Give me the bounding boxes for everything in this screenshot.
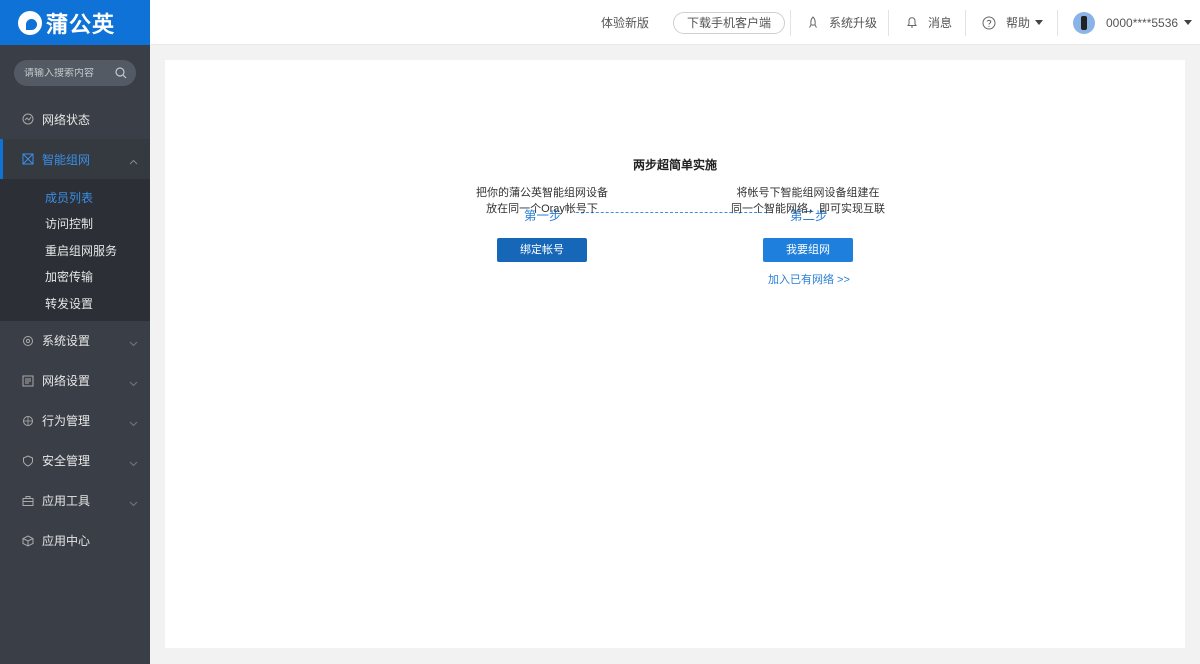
sidebar-item-label: 安全管理	[42, 454, 91, 469]
search-input[interactable]	[24, 67, 114, 79]
help-icon	[982, 16, 996, 30]
divider	[790, 10, 791, 36]
step-one-description: 把你的蒲公英智能组网设备 放在同一个Oray帐号下	[442, 185, 642, 217]
sidebar-item-app-center[interactable]: 应用中心	[0, 521, 150, 561]
sidebar-item-label: 应用工具	[42, 494, 91, 509]
chevron-down-icon	[129, 376, 138, 390]
brand-name: 蒲公英	[46, 11, 116, 37]
chevron-down-icon	[129, 416, 138, 430]
dandelion-logo-icon	[18, 10, 42, 35]
help-menu[interactable]: 帮助	[982, 0, 1044, 45]
sidebar-item-label: 行为管理	[42, 414, 91, 429]
sidebar-subitem-restart-service[interactable]: 重启组网服务	[0, 238, 150, 264]
account-label: 0000****5536	[1106, 15, 1179, 30]
chevron-down-icon	[129, 496, 138, 510]
page-title: 两步超简单实施	[632, 158, 717, 172]
join-network-link[interactable]: 加入已有网络 >>	[768, 271, 850, 287]
sidebar-item-security[interactable]: 安全管理	[0, 441, 150, 481]
try-new-label: 体验新版	[601, 16, 650, 30]
tools-icon	[22, 495, 34, 507]
chevron-up-icon	[129, 154, 138, 168]
app-center-icon	[22, 535, 34, 547]
sidebar-item-tools[interactable]: 应用工具	[0, 481, 150, 521]
sidebar-item-label: 智能组网	[42, 152, 91, 167]
settings-icon	[22, 335, 34, 347]
divider	[965, 10, 966, 36]
caret-down-icon	[1184, 20, 1193, 25]
sidebar-item-network-status[interactable]: 网络状态	[0, 99, 150, 139]
sidebar-subitem-forwarding[interactable]: 转发设置	[0, 291, 150, 317]
sidebar-subitem-access-control[interactable]: 访问控制	[0, 211, 150, 237]
step-two-description: 将帐号下智能组网设备组建在 同一个智能网络，即可实现互联	[708, 185, 908, 217]
step-two-desc-line2: 同一个智能网络，即可实现互联	[731, 203, 885, 215]
download-app-label: 下载手机客户端	[687, 16, 772, 30]
sidebar-subitem-encryption[interactable]: 加密传输	[0, 264, 150, 290]
avatar	[1073, 11, 1095, 34]
caret-down-icon	[1035, 20, 1044, 25]
sidebar-item-network-settings[interactable]: 网络设置	[0, 361, 150, 401]
step-one-desc-line2: 放在同一个Oray帐号下	[486, 203, 598, 215]
sidebar-item-smart-network[interactable]: 智能组网	[0, 139, 150, 179]
messages-label: 消息	[928, 16, 953, 30]
behavior-icon	[22, 415, 34, 427]
sidebar-nav: 网络状态 智能组网 成员列表 访问控制 重启组网服务 加密传输 转发设置 系统设…	[0, 99, 150, 561]
security-icon	[22, 455, 34, 467]
search-icon[interactable]	[115, 67, 127, 79]
system-upgrade-button[interactable]: 系统升级	[807, 0, 877, 45]
network-settings-icon	[22, 375, 34, 387]
top-bar: 体验新版 下载手机客户端 系统升级 消息 帮助 0000****5536	[150, 0, 1200, 45]
sidebar-item-label: 网络设置	[42, 374, 91, 389]
network-status-icon	[22, 113, 34, 125]
sidebar: 蒲公英 网络状态 智能组网 成员列表 访问控制 重启组网服务 加密传输 转发设置	[0, 0, 150, 664]
smart-network-icon	[22, 153, 34, 165]
smart-network-submenu: 成员列表 访问控制 重启组网服务 加密传输 转发设置	[0, 179, 150, 321]
messages-button[interactable]: 消息	[906, 0, 952, 45]
sidebar-item-behavior[interactable]: 行为管理	[0, 401, 150, 441]
divider	[1057, 10, 1058, 36]
try-new-version-link[interactable]: 体验新版	[601, 0, 649, 45]
chevron-down-icon	[129, 456, 138, 470]
brand-logo[interactable]: 蒲公英	[0, 0, 150, 45]
sidebar-item-label: 系统设置	[42, 334, 91, 349]
create-network-button[interactable]: 我要组网	[763, 238, 853, 262]
sidebar-subitem-members[interactable]: 成员列表	[0, 185, 150, 211]
account-menu[interactable]: 0000****5536	[1073, 0, 1193, 45]
divider	[888, 10, 889, 36]
upgrade-label: 系统升级	[829, 16, 878, 30]
search-box	[14, 60, 136, 86]
bell-icon	[906, 16, 918, 29]
upgrade-icon	[807, 16, 819, 29]
chevron-down-icon	[129, 336, 138, 350]
help-label: 帮助	[1006, 16, 1031, 30]
setup-card: 两步超简单实施 第一步 第二步 把你的蒲公英智能组网设备 放在同一个Oray帐号…	[165, 60, 1185, 648]
sidebar-item-label: 网络状态	[42, 112, 91, 127]
step-two-desc-line1: 将帐号下智能组网设备组建在	[736, 187, 880, 199]
sidebar-item-system-settings[interactable]: 系统设置	[0, 321, 150, 361]
download-app-button[interactable]: 下载手机客户端	[673, 11, 786, 34]
step-one-desc-line1: 把你的蒲公英智能组网设备	[476, 187, 608, 199]
sidebar-item-label: 应用中心	[42, 534, 91, 549]
bind-account-button[interactable]: 绑定帐号	[497, 238, 587, 262]
